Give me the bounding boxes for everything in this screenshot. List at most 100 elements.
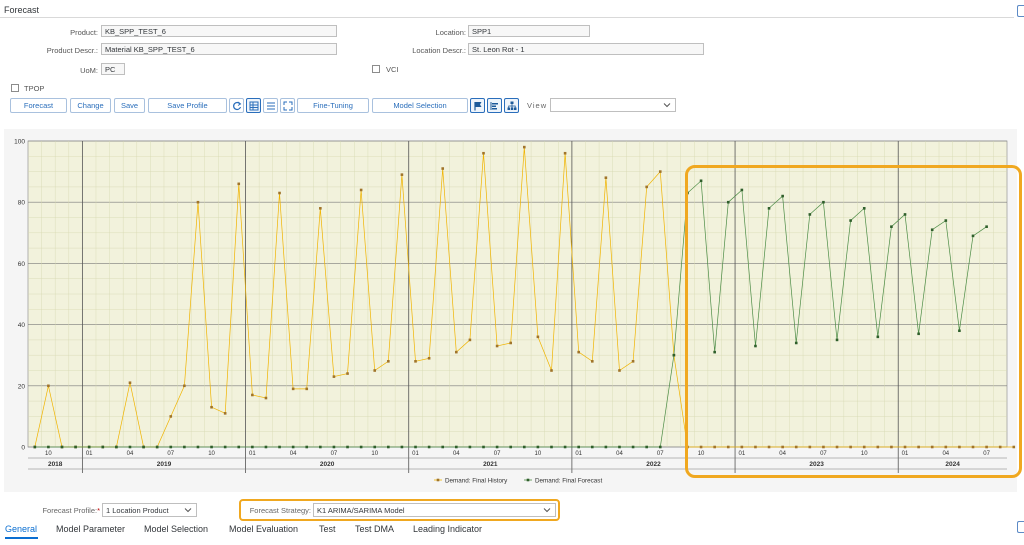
history-point: [210, 405, 213, 409]
history-point: [264, 396, 268, 400]
history-point: [359, 188, 363, 192]
x-month-tick-label: 04: [127, 451, 134, 457]
flag-button[interactable]: [470, 98, 485, 113]
history-point: [536, 335, 540, 339]
fullscreen-button[interactable]: [280, 98, 295, 113]
side-panel-toggle-bottom[interactable]: [1017, 521, 1024, 533]
x-month-tick-label: 07: [657, 451, 664, 457]
forecast-point: [47, 445, 50, 449]
forecast-point: [387, 445, 390, 449]
legend-swatch-marker: [436, 478, 440, 482]
forecast-point: [33, 445, 37, 449]
history-point: [550, 369, 553, 372]
forecast-highlight-box: [685, 165, 1022, 478]
change-button[interactable]: Change: [70, 98, 111, 113]
fine-tuning-button[interactable]: Fine-Tuning: [297, 98, 369, 113]
side-panel-toggle[interactable]: [1017, 5, 1024, 17]
vci-checkbox[interactable]: [372, 65, 380, 73]
product-label: Product:: [70, 28, 98, 37]
forecast-point: [60, 445, 64, 449]
x-year-label: 2019: [157, 461, 172, 468]
legend-label: Demand: Final Forecast: [535, 477, 602, 484]
view-select[interactable]: [550, 98, 676, 112]
forecast-point: [468, 445, 472, 449]
y-tick-label: 60: [18, 261, 26, 268]
product-descr-field[interactable]: Material KB_SPP_TEST_6: [101, 43, 337, 55]
history-point: [251, 393, 254, 397]
forecast-point: [359, 445, 363, 449]
forecast-button[interactable]: Forecast: [10, 98, 67, 113]
history-point: [631, 360, 635, 363]
forecast-point: [645, 445, 648, 449]
y-tick-label: 40: [18, 322, 26, 329]
page-title: Forecast: [4, 5, 40, 15]
tab-model-evaluation[interactable]: Model Evaluation: [229, 524, 298, 534]
forecast-point: [590, 445, 594, 449]
expand-icon: [283, 101, 292, 110]
y-tick-label: 80: [18, 200, 26, 207]
forecast-strategy-value: K1 ARIMA/SARIMA Model: [317, 506, 405, 515]
list-view-button[interactable]: [263, 98, 278, 113]
save-button[interactable]: Save: [114, 98, 145, 113]
forecast-profile-select[interactable]: 1 Location Product: [102, 503, 197, 517]
history-point: [522, 145, 526, 149]
history-point: [387, 360, 390, 363]
forecast-point: [142, 445, 145, 449]
forecast-strategy-select[interactable]: K1 ARIMA/SARIMA Model: [313, 503, 556, 517]
title-divider: [0, 17, 1014, 18]
y-tick-label: 0: [21, 445, 25, 452]
location-field[interactable]: SPP1: [468, 25, 590, 37]
forecast-point: [346, 445, 349, 449]
history-point: [373, 369, 377, 372]
tab-test-dma[interactable]: Test DMA: [355, 524, 394, 534]
forecast-point: [604, 445, 608, 449]
hierarchy-button[interactable]: [504, 98, 519, 113]
forecast-point: [332, 445, 336, 449]
forecast-point: [658, 445, 662, 449]
forecast-point: [482, 445, 485, 449]
required-marker: *: [97, 506, 100, 515]
refresh-button[interactable]: [229, 98, 244, 113]
location-descr-field[interactable]: St. Leon Rot - 1: [468, 43, 704, 55]
table-view-button[interactable]: [246, 98, 261, 113]
forecast-point: [373, 445, 377, 449]
model-selection-button[interactable]: Model Selection: [372, 98, 468, 113]
location-descr-label: Location Descr.:: [412, 46, 466, 55]
forecast-point: [115, 445, 118, 449]
product-descr-label: Product Descr.:: [46, 46, 98, 55]
forecast-strategy-label: Forecast Strategy:: [249, 506, 311, 515]
x-year-label: 2020: [320, 461, 335, 468]
history-point: [319, 207, 322, 210]
forecast-point: [631, 445, 635, 449]
tab-leading-indicator[interactable]: Leading Indicator: [413, 524, 482, 534]
tab-general[interactable]: General: [5, 524, 37, 534]
forecast-point: [414, 445, 417, 449]
x-month-tick-label: 10: [371, 451, 378, 457]
history-point: [414, 360, 417, 363]
forecast-point: [74, 445, 77, 449]
forecast-point: [251, 445, 254, 449]
tab-model-selection[interactable]: Model Selection: [144, 524, 208, 534]
history-point: [441, 167, 445, 170]
vci-label: VCI: [386, 65, 399, 74]
history-point: [495, 344, 499, 348]
x-month-tick-label: 04: [290, 451, 297, 457]
x-month-tick-label: 07: [494, 451, 501, 457]
forecast-point: [196, 445, 200, 449]
tab-test[interactable]: Test: [319, 524, 336, 534]
history-point: [47, 384, 50, 388]
bar-list-button[interactable]: [487, 98, 502, 113]
save-profile-button[interactable]: Save Profile: [148, 98, 227, 113]
forecast-point: [183, 445, 186, 449]
forecast-point: [87, 445, 91, 449]
tab-model-parameter[interactable]: Model Parameter: [56, 524, 125, 534]
uom-field[interactable]: PC: [101, 63, 125, 75]
product-field[interactable]: KB_SPP_TEST_6: [101, 25, 337, 37]
forecast-point: [319, 445, 322, 449]
forecast-point: [495, 445, 499, 449]
history-point: [196, 200, 200, 204]
tpop-checkbox[interactable]: [11, 84, 19, 92]
forecast-profile-label-text: Forecast Profile:: [42, 506, 98, 515]
x-month-tick-label: 04: [453, 451, 460, 457]
x-month-tick-label: 10: [535, 451, 542, 457]
